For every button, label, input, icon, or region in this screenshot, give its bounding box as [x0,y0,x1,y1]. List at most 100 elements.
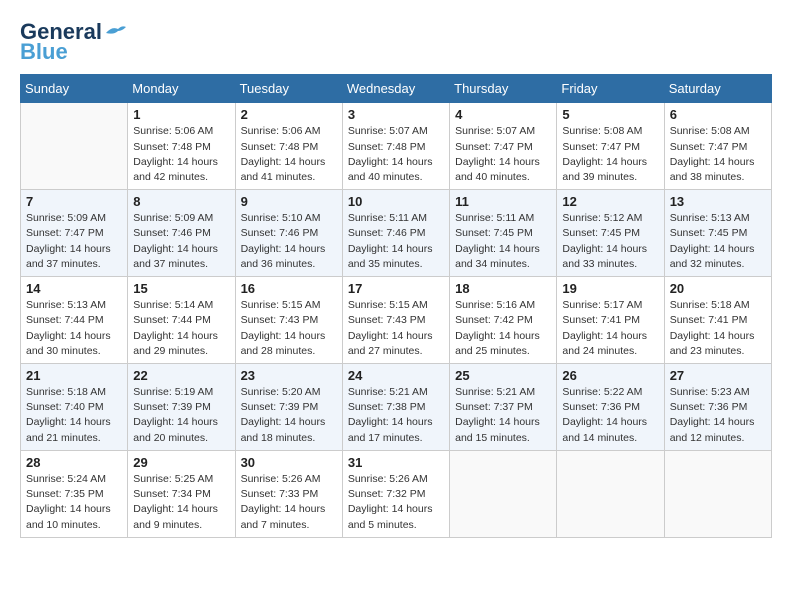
calendar-cell: 1 Sunrise: 5:06 AM Sunset: 7:48 PM Daylig… [128,103,235,190]
day-number: 6 [670,107,766,122]
day-number: 21 [26,368,122,383]
calendar-cell: 14 Sunrise: 5:13 AM Sunset: 7:44 PM Dayli… [21,277,128,364]
day-info: Sunrise: 5:15 AM Sunset: 7:43 PM Dayligh… [241,298,337,359]
day-info: Sunrise: 5:18 AM Sunset: 7:41 PM Dayligh… [670,298,766,359]
calendar-cell: 3 Sunrise: 5:07 AM Sunset: 7:48 PM Daylig… [342,103,449,190]
day-info: Sunrise: 5:21 AM Sunset: 7:37 PM Dayligh… [455,385,551,446]
day-info: Sunrise: 5:18 AM Sunset: 7:40 PM Dayligh… [26,385,122,446]
day-number: 23 [241,368,337,383]
day-number: 8 [133,194,229,209]
day-info: Sunrise: 5:20 AM Sunset: 7:39 PM Dayligh… [241,385,337,446]
calendar-cell: 10 Sunrise: 5:11 AM Sunset: 7:46 PM Dayli… [342,190,449,277]
day-number: 17 [348,281,444,296]
day-number: 27 [670,368,766,383]
calendar-header-row: SundayMondayTuesdayWednesdayThursdayFrid… [21,75,772,103]
day-number: 24 [348,368,444,383]
day-info: Sunrise: 5:25 AM Sunset: 7:34 PM Dayligh… [133,472,229,533]
calendar-cell: 22 Sunrise: 5:19 AM Sunset: 7:39 PM Dayli… [128,364,235,451]
day-number: 30 [241,455,337,470]
day-number: 7 [26,194,122,209]
day-info: Sunrise: 5:11 AM Sunset: 7:45 PM Dayligh… [455,211,551,272]
calendar-cell: 23 Sunrise: 5:20 AM Sunset: 7:39 PM Dayli… [235,364,342,451]
day-info: Sunrise: 5:21 AM Sunset: 7:38 PM Dayligh… [348,385,444,446]
calendar-cell [450,450,557,537]
day-info: Sunrise: 5:13 AM Sunset: 7:44 PM Dayligh… [26,298,122,359]
calendar-week-1: 1 Sunrise: 5:06 AM Sunset: 7:48 PM Daylig… [21,103,772,190]
day-number: 3 [348,107,444,122]
day-number: 31 [348,455,444,470]
day-info: Sunrise: 5:26 AM Sunset: 7:33 PM Dayligh… [241,472,337,533]
day-number: 18 [455,281,551,296]
calendar-week-3: 14 Sunrise: 5:13 AM Sunset: 7:44 PM Dayli… [21,277,772,364]
calendar-cell: 9Sunrise: 5:10 AM Sunset: 7:46 PM Daylig… [235,190,342,277]
calendar-cell: 30 Sunrise: 5:26 AM Sunset: 7:33 PM Dayli… [235,450,342,537]
calendar-cell: 18 Sunrise: 5:16 AM Sunset: 7:42 PM Dayli… [450,277,557,364]
calendar-cell: 24 Sunrise: 5:21 AM Sunset: 7:38 PM Dayli… [342,364,449,451]
calendar-cell: 2 Sunrise: 5:06 AM Sunset: 7:48 PM Daylig… [235,103,342,190]
calendar-cell: 19 Sunrise: 5:17 AM Sunset: 7:41 PM Dayli… [557,277,664,364]
logo-bird-icon [104,24,126,42]
day-number: 1 [133,107,229,122]
day-number: 19 [562,281,658,296]
day-info: Sunrise: 5:06 AM Sunset: 7:48 PM Dayligh… [133,124,229,185]
calendar-cell: 26 Sunrise: 5:22 AM Sunset: 7:36 PM Dayli… [557,364,664,451]
calendar-week-5: 28Sunrise: 5:24 AM Sunset: 7:35 PM Dayli… [21,450,772,537]
day-info: Sunrise: 5:09 AM Sunset: 7:47 PM Dayligh… [26,211,122,272]
day-info: Sunrise: 5:13 AM Sunset: 7:45 PM Dayligh… [670,211,766,272]
day-info: Sunrise: 5:12 AM Sunset: 7:45 PM Dayligh… [562,211,658,272]
day-number: 4 [455,107,551,122]
calendar-header-wednesday: Wednesday [342,75,449,103]
day-info: Sunrise: 5:07 AM Sunset: 7:47 PM Dayligh… [455,124,551,185]
calendar-cell: 27 Sunrise: 5:23 AM Sunset: 7:36 PM Dayli… [664,364,771,451]
calendar-cell: 16 Sunrise: 5:15 AM Sunset: 7:43 PM Dayli… [235,277,342,364]
calendar-cell [664,450,771,537]
day-info: Sunrise: 5:22 AM Sunset: 7:36 PM Dayligh… [562,385,658,446]
logo-blue: Blue [20,40,68,64]
calendar-cell: 8 Sunrise: 5:09 AM Sunset: 7:46 PM Daylig… [128,190,235,277]
day-info: Sunrise: 5:16 AM Sunset: 7:42 PM Dayligh… [455,298,551,359]
day-number: 16 [241,281,337,296]
day-number: 13 [670,194,766,209]
calendar-cell [21,103,128,190]
day-number: 5 [562,107,658,122]
day-number: 15 [133,281,229,296]
day-number: 9 [241,194,337,209]
day-number: 12 [562,194,658,209]
day-number: 2 [241,107,337,122]
calendar-cell: 6Sunrise: 5:08 AM Sunset: 7:47 PM Daylig… [664,103,771,190]
day-info: Sunrise: 5:11 AM Sunset: 7:46 PM Dayligh… [348,211,444,272]
calendar-cell: 25 Sunrise: 5:21 AM Sunset: 7:37 PM Dayli… [450,364,557,451]
day-info: Sunrise: 5:17 AM Sunset: 7:41 PM Dayligh… [562,298,658,359]
calendar-cell: 21 Sunrise: 5:18 AM Sunset: 7:40 PM Dayli… [21,364,128,451]
day-info: Sunrise: 5:14 AM Sunset: 7:44 PM Dayligh… [133,298,229,359]
calendar-cell: 31Sunrise: 5:26 AM Sunset: 7:32 PM Dayli… [342,450,449,537]
calendar-header-saturday: Saturday [664,75,771,103]
calendar-cell: 17 Sunrise: 5:15 AM Sunset: 7:43 PM Dayli… [342,277,449,364]
day-number: 10 [348,194,444,209]
day-info: Sunrise: 5:06 AM Sunset: 7:48 PM Dayligh… [241,124,337,185]
day-info: Sunrise: 5:24 AM Sunset: 7:35 PM Dayligh… [26,472,122,533]
page-header: General Blue [20,20,772,64]
day-number: 14 [26,281,122,296]
calendar-header-sunday: Sunday [21,75,128,103]
calendar-cell: 12 Sunrise: 5:12 AM Sunset: 7:45 PM Dayli… [557,190,664,277]
calendar-week-4: 21 Sunrise: 5:18 AM Sunset: 7:40 PM Dayli… [21,364,772,451]
calendar-cell: 15 Sunrise: 5:14 AM Sunset: 7:44 PM Dayli… [128,277,235,364]
day-number: 26 [562,368,658,383]
calendar-cell: 5 Sunrise: 5:08 AM Sunset: 7:47 PM Daylig… [557,103,664,190]
day-info: Sunrise: 5:08 AM Sunset: 7:47 PM Dayligh… [562,124,658,185]
day-info: Sunrise: 5:15 AM Sunset: 7:43 PM Dayligh… [348,298,444,359]
day-info: Sunrise: 5:09 AM Sunset: 7:46 PM Dayligh… [133,211,229,272]
day-info: Sunrise: 5:23 AM Sunset: 7:36 PM Dayligh… [670,385,766,446]
calendar-cell: 7 Sunrise: 5:09 AM Sunset: 7:47 PM Daylig… [21,190,128,277]
calendar-header-friday: Friday [557,75,664,103]
calendar-header-tuesday: Tuesday [235,75,342,103]
calendar-cell: 13 Sunrise: 5:13 AM Sunset: 7:45 PM Dayli… [664,190,771,277]
calendar-table: SundayMondayTuesdayWednesdayThursdayFrid… [20,74,772,537]
day-number: 25 [455,368,551,383]
day-number: 22 [133,368,229,383]
calendar-cell: 20Sunrise: 5:18 AM Sunset: 7:41 PM Dayli… [664,277,771,364]
calendar-body: 1 Sunrise: 5:06 AM Sunset: 7:48 PM Daylig… [21,103,772,537]
day-info: Sunrise: 5:19 AM Sunset: 7:39 PM Dayligh… [133,385,229,446]
day-info: Sunrise: 5:07 AM Sunset: 7:48 PM Dayligh… [348,124,444,185]
